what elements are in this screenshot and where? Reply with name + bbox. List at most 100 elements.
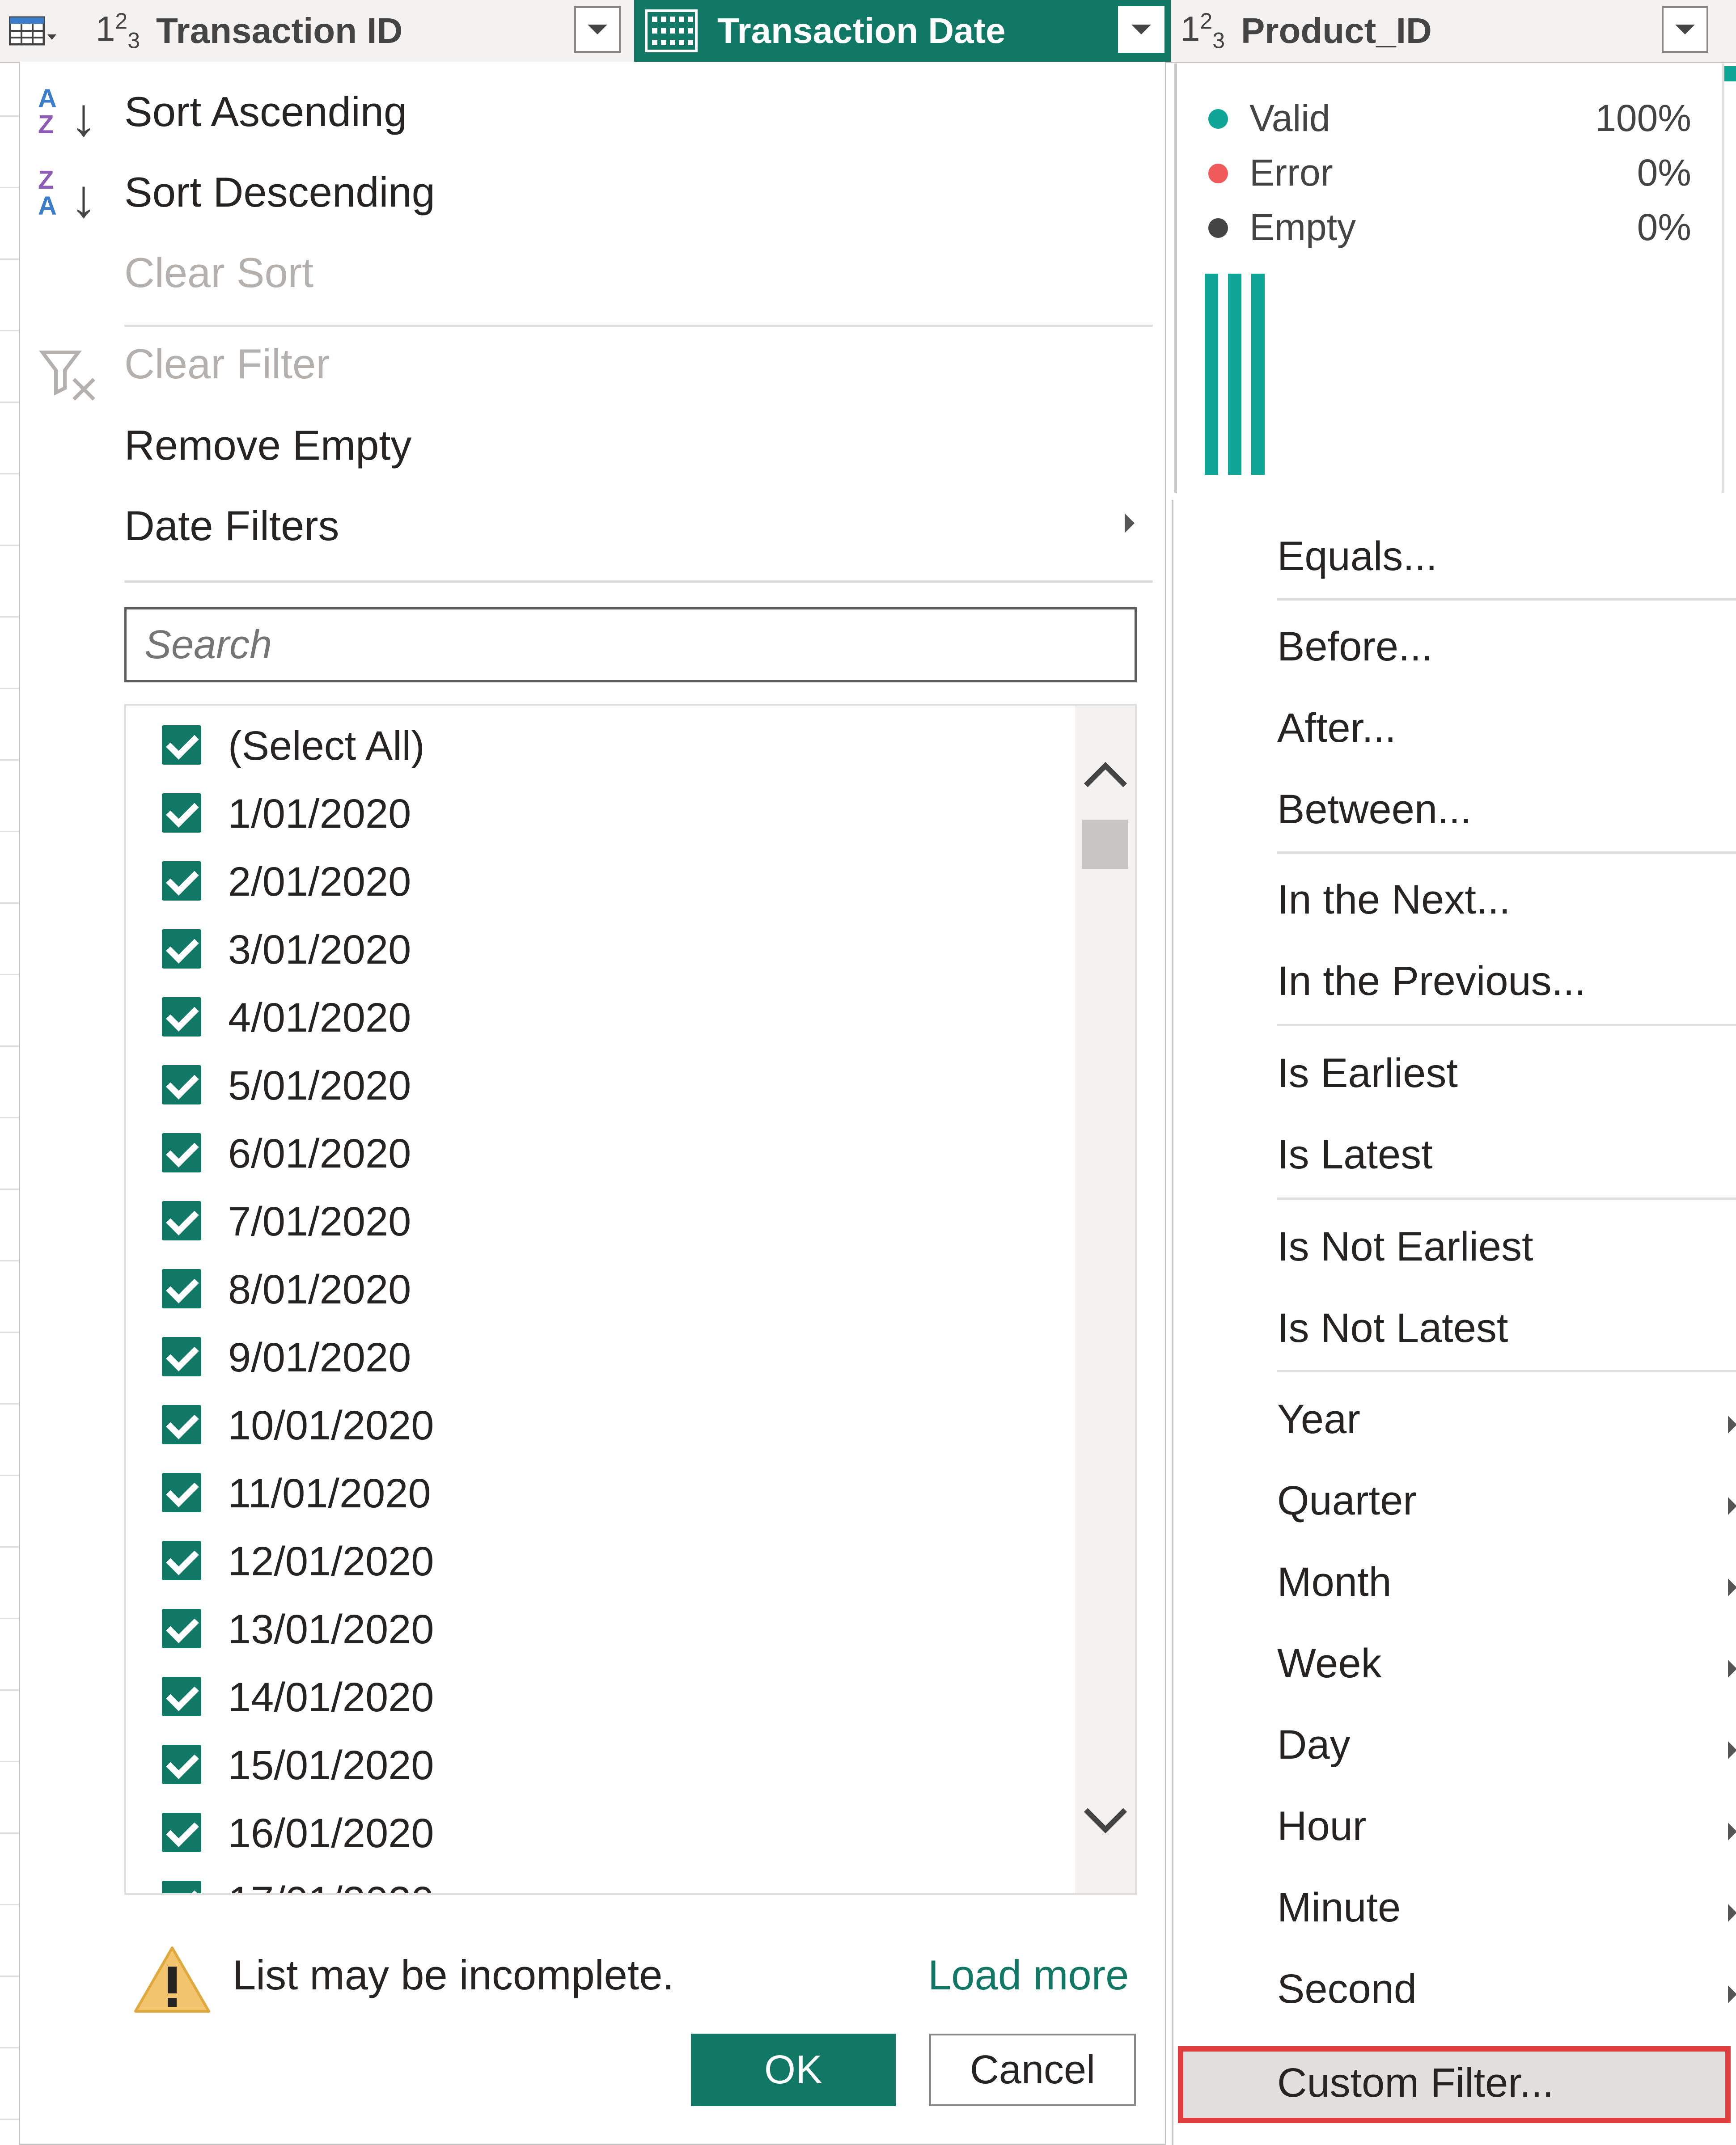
list-item-label: 15/01/2020 xyxy=(228,1743,434,1788)
date-filter-item-month[interactable]: Month xyxy=(1277,1559,1392,1606)
checkbox-checked-icon[interactable] xyxy=(162,1201,201,1240)
date-filter-item-day[interactable]: Day xyxy=(1277,1722,1351,1768)
checkbox-checked-icon[interactable] xyxy=(162,793,201,833)
checkbox-checked-icon[interactable] xyxy=(162,1065,201,1104)
grid-line xyxy=(0,1045,19,1047)
distribution-bar xyxy=(1228,274,1241,475)
list-item[interactable]: 11/01/2020 xyxy=(162,1461,1012,1529)
list-item[interactable]: 12/01/2020 xyxy=(162,1529,1012,1597)
list-item[interactable]: 13/01/2020 xyxy=(162,1597,1012,1665)
list-item[interactable]: 15/01/2020 xyxy=(162,1733,1012,1801)
grid-line xyxy=(0,1475,19,1476)
list-item[interactable]: 6/01/2020 xyxy=(162,1121,1012,1189)
checkbox-checked-icon[interactable] xyxy=(162,1813,201,1852)
submenu-arrow-icon xyxy=(1728,1578,1736,1596)
date-filters-item[interactable]: Date Filters xyxy=(124,502,339,550)
column-dropdown-button[interactable] xyxy=(574,6,621,53)
incomplete-list-warning: List may be incomplete. xyxy=(233,1951,674,1998)
grid-line xyxy=(0,831,19,832)
date-filter-item-is-not-latest[interactable]: Is Not Latest xyxy=(1277,1305,1508,1352)
list-item[interactable]: 5/01/2020 xyxy=(162,1053,1012,1121)
date-filter-item-quarter[interactable]: Quarter xyxy=(1277,1477,1417,1524)
checkbox-checked-icon[interactable] xyxy=(162,1541,201,1580)
list-item[interactable]: 10/01/2020 xyxy=(162,1393,1012,1461)
column-header-transaction-id[interactable]: 123 Transaction ID xyxy=(89,0,626,62)
scrollbar[interactable] xyxy=(1075,706,1135,1893)
checkbox-checked-icon[interactable] xyxy=(162,1405,201,1444)
grid-line xyxy=(0,1976,19,1977)
ok-button[interactable]: OK xyxy=(691,2034,896,2106)
remove-empty-item[interactable]: Remove Empty xyxy=(124,421,412,470)
column-header-transaction-date[interactable]: Transaction Date xyxy=(634,0,1171,62)
list-item[interactable]: 4/01/2020 xyxy=(162,986,1012,1053)
sort-descending-icon: Z A ↓ xyxy=(38,165,97,228)
grid-line xyxy=(0,473,19,474)
load-more-link[interactable]: Load more xyxy=(928,1951,1129,1999)
list-item[interactable]: 14/01/2020 xyxy=(162,1665,1012,1733)
list-item[interactable]: 9/01/2020 xyxy=(162,1325,1012,1393)
list-item[interactable]: 1/01/2020 xyxy=(162,782,1012,850)
custom-filter-item[interactable]: Custom Filter... xyxy=(1178,2046,1731,2123)
list-item[interactable]: (Select All) xyxy=(162,714,1012,782)
sort-ascending-item[interactable]: Sort Ascending xyxy=(124,88,407,136)
scroll-up-icon[interactable] xyxy=(1084,762,1127,805)
date-filter-item-is-latest[interactable]: Is Latest xyxy=(1277,1131,1433,1178)
checkbox-checked-icon[interactable] xyxy=(162,861,201,901)
date-filter-item-in-the-previous[interactable]: In the Previous... xyxy=(1277,958,1586,1005)
date-filter-item-in-the-next[interactable]: In the Next... xyxy=(1277,876,1511,923)
sort-descending-item[interactable]: Sort Descending xyxy=(124,168,435,216)
column-dropdown-button[interactable] xyxy=(1662,6,1708,53)
date-filter-item-year[interactable]: Year xyxy=(1277,1396,1360,1443)
date-filter-item-hour[interactable]: Hour xyxy=(1277,1803,1366,1850)
scroll-thumb[interactable] xyxy=(1082,820,1128,869)
quality-label: Error xyxy=(1249,152,1333,194)
chevron-down-icon xyxy=(1675,25,1695,34)
column-header-product-id[interactable]: 123 Product_ID xyxy=(1174,0,1736,62)
menu-separator xyxy=(1277,1024,1736,1026)
date-filter-item-is-not-earliest[interactable]: Is Not Earliest xyxy=(1277,1223,1533,1270)
checkbox-checked-icon[interactable] xyxy=(162,1269,201,1308)
date-filter-item-week[interactable]: Week xyxy=(1277,1640,1382,1687)
list-item[interactable]: 17/01/2020 xyxy=(162,1869,1012,1893)
grid-line xyxy=(0,1832,19,1834)
date-filter-item-between[interactable]: Between... xyxy=(1277,786,1472,833)
whole-number-type-icon: 123 xyxy=(1181,8,1225,53)
date-filter-item-before[interactable]: Before... xyxy=(1277,623,1433,670)
checkbox-checked-icon[interactable] xyxy=(162,1745,201,1784)
list-item[interactable]: 7/01/2020 xyxy=(162,1189,1012,1257)
date-filter-item-after[interactable]: After... xyxy=(1277,705,1396,752)
checkbox-checked-icon[interactable] xyxy=(162,1881,201,1893)
grid-line xyxy=(0,1904,19,1905)
column-dropdown-button[interactable] xyxy=(1118,6,1164,53)
list-item[interactable]: 8/01/2020 xyxy=(162,1257,1012,1325)
search-input[interactable] xyxy=(124,607,1137,682)
table-menu-button[interactable] xyxy=(0,0,85,62)
list-item[interactable]: 3/01/2020 xyxy=(162,918,1012,986)
list-item-label: 4/01/2020 xyxy=(228,995,411,1041)
checkbox-checked-icon[interactable] xyxy=(162,997,201,1037)
grid-line xyxy=(0,759,19,761)
grid-line xyxy=(0,902,19,904)
list-item[interactable]: 2/01/2020 xyxy=(162,850,1012,918)
list-item-label: 2/01/2020 xyxy=(228,859,411,905)
grid-line xyxy=(0,545,19,546)
checkbox-checked-icon[interactable] xyxy=(162,1609,201,1648)
sort-ascending-icon: A Z ↓ xyxy=(38,84,97,147)
date-filter-item-equals[interactable]: Equals... xyxy=(1277,533,1437,580)
list-item-label: 9/01/2020 xyxy=(228,1335,411,1380)
list-item[interactable]: 16/01/2020 xyxy=(162,1801,1012,1869)
clear-sort-item: Clear Sort xyxy=(124,249,314,296)
checkbox-checked-icon[interactable] xyxy=(162,1677,201,1716)
menu-separator xyxy=(1277,598,1736,601)
date-filter-item-minute[interactable]: Minute xyxy=(1277,1884,1401,1931)
list-item-label: 12/01/2020 xyxy=(228,1539,434,1584)
checkbox-checked-icon[interactable] xyxy=(162,725,201,765)
date-filter-item-second[interactable]: Second xyxy=(1277,1966,1417,2013)
checkbox-checked-icon[interactable] xyxy=(162,929,201,969)
checkbox-checked-icon[interactable] xyxy=(162,1473,201,1512)
checkbox-checked-icon[interactable] xyxy=(162,1133,201,1172)
date-filter-item-is-earliest[interactable]: Is Earliest xyxy=(1277,1050,1458,1097)
scroll-down-icon[interactable] xyxy=(1084,1790,1127,1834)
checkbox-checked-icon[interactable] xyxy=(162,1337,201,1376)
cancel-button[interactable]: Cancel xyxy=(929,2034,1136,2106)
